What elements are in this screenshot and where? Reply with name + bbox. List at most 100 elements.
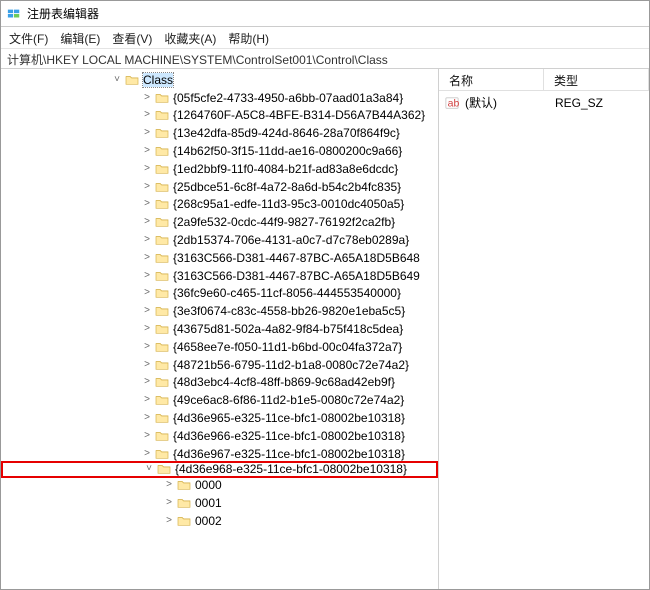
tree-item-guid[interactable]: >{48721b56-6795-11d2-b1a8-0080c72e74a2}	[1, 356, 438, 374]
chevron-right-icon[interactable]: >	[141, 377, 153, 387]
tree-item-guid[interactable]: >{48d3ebc4-4cf8-48ff-b869-9c68ad42eb9f}	[1, 374, 438, 392]
tree-item-label: {43675d81-502a-4a82-9f84-b75f418c5dea}	[173, 322, 403, 336]
chevron-right-icon[interactable]: >	[141, 217, 153, 227]
chevron-right-icon[interactable]: >	[141, 110, 153, 120]
tree-item-subkey[interactable]: >0002	[1, 512, 438, 530]
folder-icon	[157, 463, 171, 475]
tree-item-label: {36fc9e60-c465-11cf-8056-444553540000}	[173, 286, 401, 300]
folder-icon	[177, 497, 191, 509]
tree-item-subkey[interactable]: >0000	[1, 476, 438, 494]
tree-item-guid[interactable]: > {4d36e965-e325-11ce-bfc1-08002be10318}	[1, 409, 438, 427]
tree-item-label: {2a9fe532-0cdc-44f9-9827-76192f2ca2fb}	[173, 215, 395, 229]
address-bar[interactable]: 计算机\HKEY LOCAL MACHINE\SYSTEM\ControlSet…	[1, 49, 649, 69]
folder-icon	[155, 198, 169, 210]
tree-item-guid[interactable]: > {268c95a1-edfe-11d3-95c3-0010dc4050a5}	[1, 196, 438, 214]
tree-item-subkey[interactable]: >0001	[1, 494, 438, 512]
folder-icon	[155, 216, 169, 228]
chevron-right-icon[interactable]: >	[141, 306, 153, 316]
chevron-right-icon[interactable]: >	[141, 199, 153, 209]
chevron-right-icon[interactable]: >	[163, 516, 175, 526]
tree-item-label: {2db15374-706e-4131-a0c7-d7c78eb0289a}	[173, 233, 409, 247]
chevron-right-icon[interactable]: >	[141, 235, 153, 245]
tree-item-guid[interactable]: > {13e42dfa-85d9-424d-8646-28a70f864f9c}	[1, 124, 438, 142]
tree-item-label: {25dbce51-6c8f-4a72-8a6d-b54c2b4fc835}	[173, 180, 401, 194]
tree-item-guid[interactable]: > {05f5cfe2-4733-4950-a6bb-07aad01a3a84}	[1, 89, 438, 107]
tree-item-guid[interactable]: > {43675d81-502a-4a82-9f84-b75f418c5dea}	[1, 320, 438, 338]
tree-item-label: {268c95a1-edfe-11d3-95c3-0010dc4050a5}	[173, 197, 404, 211]
folder-icon	[155, 448, 169, 460]
tree-item-guid[interactable]: > {36fc9e60-c465-11cf-8056-444553540000}	[1, 285, 438, 303]
tree-item-guid[interactable]: > {3e3f0674-c83c-4558-bb26-9820e1eba5c5}	[1, 302, 438, 320]
svg-text:ab: ab	[448, 97, 459, 109]
chevron-right-icon[interactable]: >	[141, 324, 153, 334]
tree-item-guid[interactable]: >{14b62f50-3f15-11dd-ae16-0800200c9a66}	[1, 142, 438, 160]
menu-help[interactable]: 帮助(H)	[228, 30, 269, 45]
folder-icon	[155, 323, 169, 335]
chevron-right-icon[interactable]: >	[141, 146, 153, 156]
folder-icon	[155, 341, 169, 353]
tree-item-guid[interactable]: >{49ce6ac8-6f86-11d2-b1e5-0080c72e74a2}	[1, 391, 438, 409]
tree-item-label: {13e42dfa-85d9-424d-8646-28a70f864f9c}	[173, 126, 400, 140]
folder-icon	[155, 376, 169, 388]
tree-item-guid[interactable]: >{4658ee7e-f050-11d1-b6bd-00c04fa372a7}	[1, 338, 438, 356]
regedit-window: 注册表编辑器 文件(F) 编辑(E) 查看(V) 收藏夹(A) 帮助(H) 计算…	[0, 0, 650, 590]
app-icon	[7, 7, 21, 21]
folder-icon	[155, 305, 169, 317]
tree-item-label: {1ed2bbf9-11f0-4084-b21f-ad83a8e6dcdc}	[173, 162, 398, 176]
chevron-down-icon[interactable]: ˅	[111, 75, 123, 85]
chevron-right-icon[interactable]: >	[141, 342, 153, 352]
chevron-right-icon[interactable]: >	[141, 413, 153, 423]
chevron-right-icon[interactable]: >	[141, 431, 153, 441]
tree-item-label: {05f5cfe2-4733-4950-a6bb-07aad01a3a84}	[173, 91, 403, 105]
chevron-right-icon[interactable]: >	[141, 253, 153, 263]
tree-item-guid[interactable]: >{4d36e966-e325-11ce-bfc1-08002be10318}	[1, 427, 438, 445]
tree-item-label: {4d36e967-e325-11ce-bfc1-08002be10318}	[173, 447, 405, 461]
chevron-right-icon[interactable]: >	[141, 128, 153, 138]
window-title: 注册表编辑器	[27, 5, 99, 22]
folder-icon	[155, 359, 169, 371]
tree-item-guid[interactable]: > {2db15374-706e-4131-a0c7-d7c78eb0289a}	[1, 231, 438, 249]
tree-item-guid[interactable]: > {25dbce51-6c8f-4a72-8a6d-b54c2b4fc835}	[1, 178, 438, 196]
menu-favorites[interactable]: 收藏夹(A)	[164, 30, 216, 45]
chevron-right-icon[interactable]: >	[141, 271, 153, 281]
menubar: 文件(F) 编辑(E) 查看(V) 收藏夹(A) 帮助(H)	[1, 27, 649, 49]
tree-item-label: Class	[143, 73, 173, 87]
menu-file[interactable]: 文件(F)	[9, 30, 48, 45]
chevron-down-icon[interactable]: ˅	[143, 464, 155, 474]
folder-icon	[155, 394, 169, 406]
menu-edit[interactable]: 编辑(E)	[60, 30, 100, 45]
chevron-right-icon[interactable]: >	[141, 360, 153, 370]
tree-pane[interactable]: ˅ Class > {05f5cfe2-4733-4950-a6bb-07aad01a…	[1, 69, 439, 589]
folder-icon	[155, 234, 169, 246]
chevron-right-icon[interactable]: >	[141, 93, 153, 103]
col-header-type[interactable]: 类型	[544, 69, 649, 90]
chevron-right-icon[interactable]: >	[163, 480, 175, 490]
value-row[interactable]: ab(默认)REG_SZ	[439, 91, 649, 114]
chevron-right-icon[interactable]: >	[141, 164, 153, 174]
chevron-right-icon[interactable]: >	[163, 498, 175, 508]
menu-view[interactable]: 查看(V)	[112, 30, 152, 45]
tree-item-guid[interactable]: ˅ {4d36e968-e325-11ce-bfc1-08002be10318}	[1, 461, 438, 479]
tree-item-guid[interactable]: >{3163C566-D381-4467-87BC-A65A18D5B648	[1, 249, 438, 267]
folder-icon	[155, 145, 169, 157]
folder-icon	[155, 109, 169, 121]
column-headers: 名称 类型	[439, 69, 649, 91]
tree-item-class[interactable]: ˅ Class	[1, 71, 438, 89]
tree-item-guid[interactable]: > {2a9fe532-0cdc-44f9-9827-76192f2ca2fb}	[1, 213, 438, 231]
string-value-icon: ab	[445, 96, 459, 110]
tree-item-label: {3e3f0674-c83c-4558-bb26-9820e1eba5c5}	[173, 304, 405, 318]
chevron-right-icon[interactable]: >	[141, 288, 153, 298]
tree-item-label: {4d36e965-e325-11ce-bfc1-08002be10318}	[173, 411, 405, 425]
tree-item-label: {1264760F-A5C8-4BFE-B314-D56A7B44A362}	[173, 108, 425, 122]
folder-icon	[155, 92, 169, 104]
tree-item-label: {4d36e968-e325-11ce-bfc1-08002be10318}	[175, 462, 407, 476]
col-header-name[interactable]: 名称	[439, 69, 544, 90]
chevron-right-icon[interactable]: >	[141, 449, 153, 459]
tree-item-guid[interactable]: >{3163C566-D381-4467-87BC-A65A18D5B649	[1, 267, 438, 285]
chevron-right-icon[interactable]: >	[141, 395, 153, 405]
tree-item-guid[interactable]: > {1ed2bbf9-11f0-4084-b21f-ad83a8e6dcdc}	[1, 160, 438, 178]
chevron-right-icon[interactable]: >	[141, 182, 153, 192]
tree-item-guid[interactable]: > {1264760F-A5C8-4BFE-B314-D56A7B44A362}	[1, 107, 438, 125]
folder-icon	[125, 74, 139, 86]
tree-item-label: 0001	[195, 496, 222, 510]
